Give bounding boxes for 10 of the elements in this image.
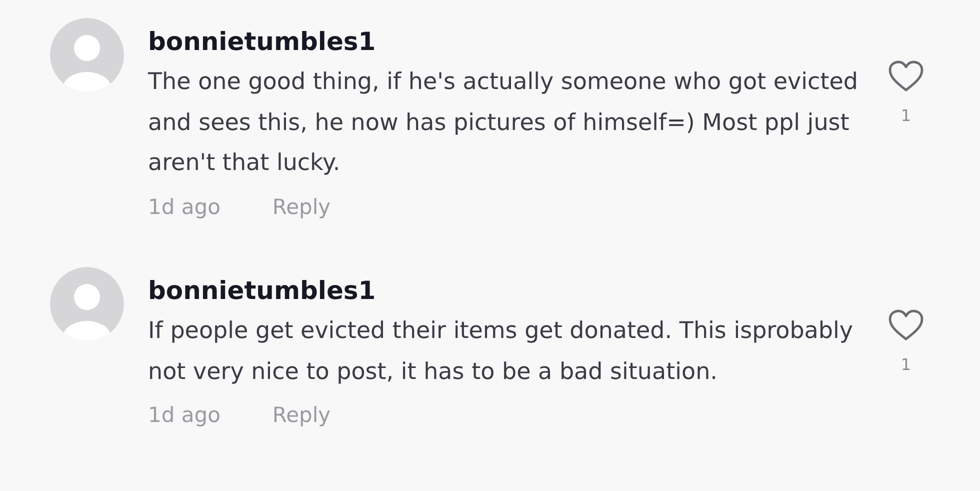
like-count: 1 [900,105,912,127]
username[interactable]: bonnietumbles1 [148,275,868,307]
like-count: 1 [900,354,912,376]
heart-icon[interactable] [888,309,924,341]
username[interactable]: bonnietumbles1 [148,26,868,58]
comment-text: If people get evicted their items get donated. This isprobably not very nice to post, it has to be a bad situation. [148,317,854,386]
heart-icon[interactable] [888,60,924,92]
timestamp: 1d ago [148,402,220,429]
comment-text: The one good thing, if he's actually someone who got evicted and sees this, he now has pictures of himself=) Most ppl just aren't that lucky. [148,68,859,178]
timestamp: 1d ago [148,194,220,220]
